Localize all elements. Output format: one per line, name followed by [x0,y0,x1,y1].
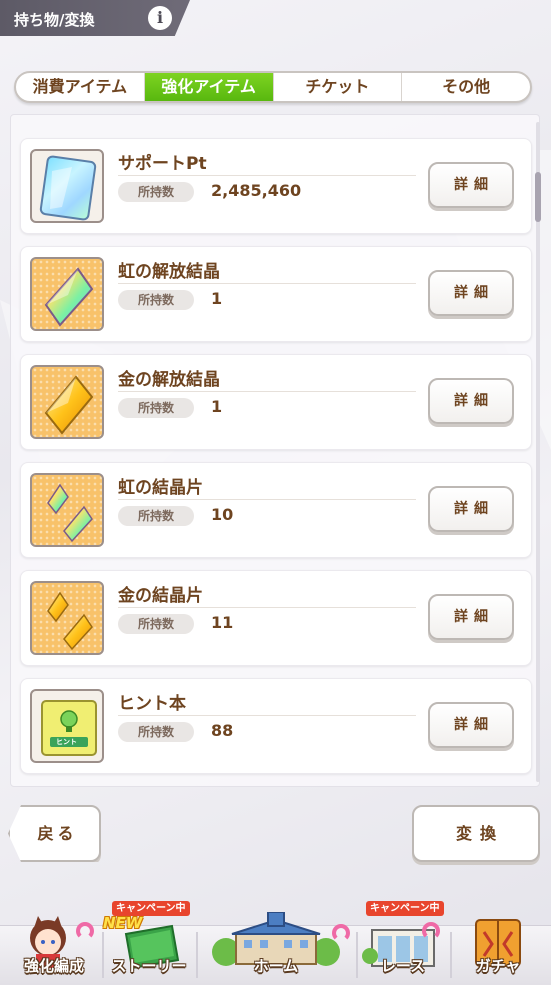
nav-item-gacha[interactable]: ガチャ [450,912,546,982]
nav-label: 強化編成 [23,957,84,975]
divider [118,715,416,716]
quantity-label: 所持数 [118,506,194,526]
tab-tickets[interactable]: チケット [274,73,403,101]
item-name: 虹の結晶片 [118,478,203,498]
scrollbar-thumb[interactable] [535,172,541,222]
quantity-value: 1 [211,397,223,416]
list-item: 金の解放結晶 所持数 1 詳細 [20,354,532,450]
horseshoe-icon [422,922,440,940]
divider [118,175,416,176]
list-item: サポートPt 所持数 2,485,460 詳細 [20,138,532,234]
detail-button[interactable]: 詳細 [428,486,514,532]
back-button[interactable]: 戻る [8,805,101,862]
list-item: 虹の解放結晶 所持数 1 詳細 [20,246,532,342]
quantity-label: 所持数 [118,614,194,634]
convert-button[interactable]: 変換 [412,805,540,862]
divider [118,499,416,500]
tab-enhancement-items[interactable]: 強化アイテム [144,73,274,101]
detail-button[interactable]: 詳細 [428,594,514,640]
detail-button[interactable]: 詳細 [428,378,514,424]
support-pt-card-icon [30,149,104,223]
book-label: ヒント [56,738,77,746]
nav-label: ホーム [253,957,299,975]
quantity-label: 所持数 [118,182,194,202]
list-item: ヒント ヒント本 所持数 88 詳細 [20,678,532,774]
detail-button[interactable]: 詳細 [428,270,514,316]
rainbow-shards-icon [30,473,104,547]
quantity-value: 2,485,460 [211,181,302,200]
quantity-value: 1 [211,289,223,308]
nav-label: ガチャ [475,957,521,975]
page-title: 持ち物/変換 [14,11,95,29]
item-name: 虹の解放結晶 [118,262,220,282]
tab-consumables[interactable]: 消費アイテム [16,73,145,101]
item-name: 金の結晶片 [118,586,203,606]
hint-book-icon: ヒント [30,689,104,763]
quantity-label: 所持数 [118,290,194,310]
info-icon[interactable]: i [148,6,172,30]
divider [118,391,416,392]
quantity-value: 10 [211,505,234,524]
category-tabs: 消費アイテム 強化アイテム チケット その他 [14,71,532,103]
tab-others[interactable]: その他 [402,73,530,101]
detail-button[interactable]: 詳細 [428,162,514,208]
quantity-value: 11 [211,613,234,632]
gold-shards-icon [30,581,104,655]
horseshoe-icon [332,924,350,942]
nav-item-home[interactable]: ホーム [196,911,356,982]
quantity-value: 88 [211,721,234,740]
quantity-label: 所持数 [118,398,194,418]
list-item: 金の結晶片 所持数 11 詳細 [20,570,532,666]
divider [118,283,416,284]
item-name: ヒント本 [118,694,186,714]
divider [118,607,416,608]
item-name: 金の解放結晶 [118,370,220,390]
horseshoe-icon [76,922,94,940]
nav-label: ストーリー [111,957,187,975]
nav-label: レース [380,957,426,975]
nav-item-story[interactable]: ストーリー [102,912,196,982]
item-name: サポートPt [118,154,207,174]
nav-item-enhance[interactable]: 強化編成 [8,912,100,982]
list-item: 虹の結晶片 所持数 10 詳細 [20,462,532,558]
gold-crystal-icon [30,365,104,439]
nav-item-race[interactable]: レース [356,912,450,982]
quantity-label: 所持数 [118,722,194,742]
rainbow-crystal-icon [30,257,104,331]
detail-button[interactable]: 詳細 [428,702,514,748]
